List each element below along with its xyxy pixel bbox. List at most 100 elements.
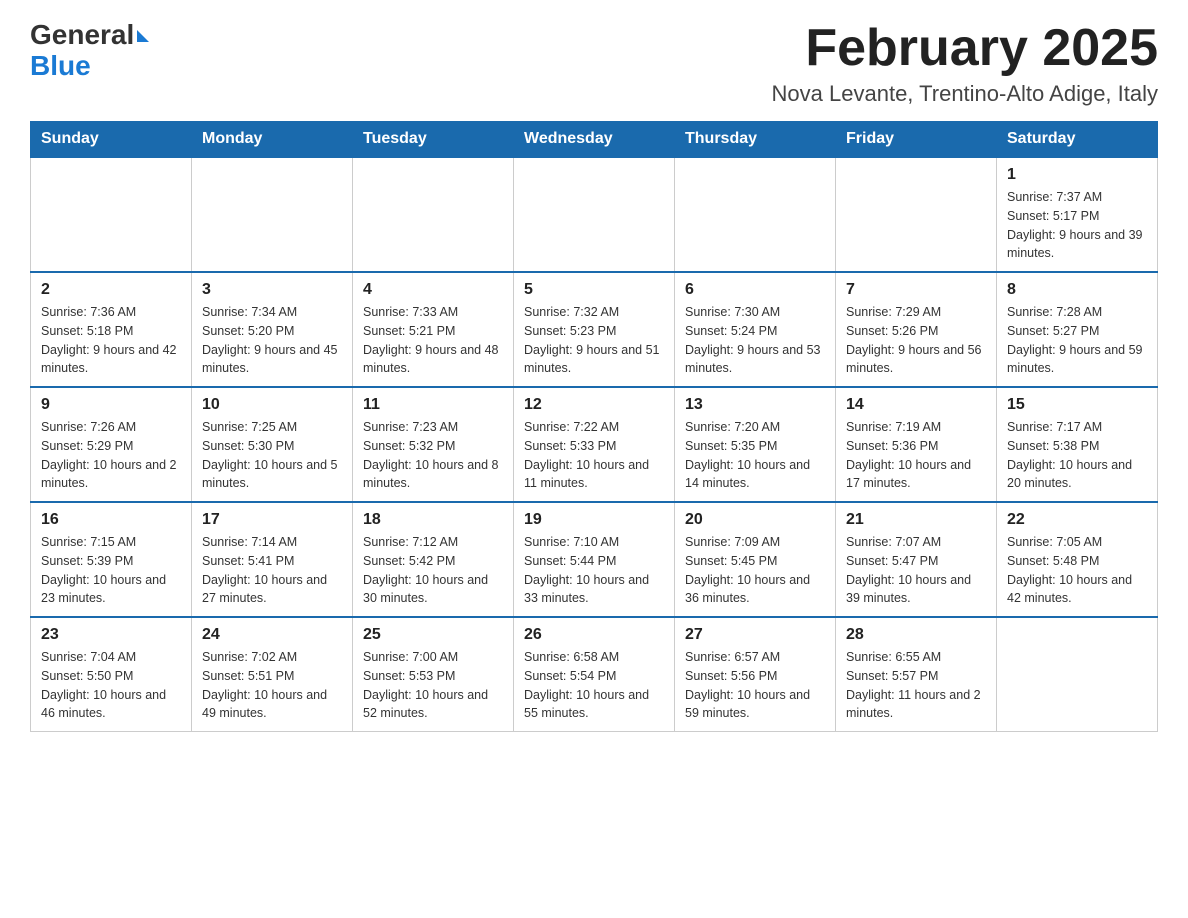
calendar-day-cell: 26 Sunrise: 6:58 AM Sunset: 5:54 PM Dayli… (514, 617, 675, 732)
day-number: 27 (685, 626, 825, 644)
day-number: 1 (1007, 166, 1147, 184)
day-info: Sunrise: 7:19 AM Sunset: 5:36 PM Dayligh… (846, 418, 986, 493)
day-number: 16 (41, 511, 181, 529)
day-info: Sunrise: 7:26 AM Sunset: 5:29 PM Dayligh… (41, 418, 181, 493)
day-info: Sunrise: 7:32 AM Sunset: 5:23 PM Dayligh… (524, 303, 664, 378)
day-number: 11 (363, 396, 503, 414)
calendar-day-cell: 20 Sunrise: 7:09 AM Sunset: 5:45 PM Dayli… (675, 502, 836, 617)
calendar-day-cell: 1Sunrise: 7:37 AM Sunset: 5:17 PM Daylig… (997, 157, 1158, 272)
logo-blue-text: Blue (30, 50, 91, 81)
day-number: 8 (1007, 281, 1147, 299)
page-header: General Blue February 2025 Nova Levante,… (30, 20, 1158, 107)
day-number: 22 (1007, 511, 1147, 529)
day-number: 25 (363, 626, 503, 644)
calendar-day-cell: 13 Sunrise: 7:20 AM Sunset: 5:35 PM Dayli… (675, 387, 836, 502)
calendar-day-cell: 12 Sunrise: 7:22 AM Sunset: 5:33 PM Dayli… (514, 387, 675, 502)
day-info: Sunrise: 7:02 AM Sunset: 5:51 PM Dayligh… (202, 648, 342, 723)
calendar-day-cell: 16 Sunrise: 7:15 AM Sunset: 5:39 PM Dayli… (31, 502, 192, 617)
calendar-day-cell: 17 Sunrise: 7:14 AM Sunset: 5:41 PM Dayli… (192, 502, 353, 617)
calendar-day-cell (675, 157, 836, 272)
calendar-day-cell: 3 Sunrise: 7:34 AM Sunset: 5:20 PM Daylig… (192, 272, 353, 387)
logo-line2: Blue (30, 51, 149, 82)
day-info: Sunrise: 7:07 AM Sunset: 5:47 PM Dayligh… (846, 533, 986, 608)
calendar-day-cell: 15Sunrise: 7:17 AM Sunset: 5:38 PM Dayli… (997, 387, 1158, 502)
day-info: Sunrise: 7:23 AM Sunset: 5:32 PM Dayligh… (363, 418, 503, 493)
day-number: 12 (524, 396, 664, 414)
day-info: Sunrise: 7:36 AM Sunset: 5:18 PM Dayligh… (41, 303, 181, 378)
day-number: 24 (202, 626, 342, 644)
day-info: Sunrise: 7:22 AM Sunset: 5:33 PM Dayligh… (524, 418, 664, 493)
calendar-day-cell: 2 Sunrise: 7:36 AM Sunset: 5:18 PM Daylig… (31, 272, 192, 387)
calendar-day-cell: 23Sunrise: 7:04 AM Sunset: 5:50 PM Dayli… (31, 617, 192, 732)
day-number: 4 (363, 281, 503, 299)
calendar-day-cell: 27 Sunrise: 6:57 AM Sunset: 5:56 PM Dayli… (675, 617, 836, 732)
day-number: 21 (846, 511, 986, 529)
day-number: 5 (524, 281, 664, 299)
calendar-day-cell (836, 157, 997, 272)
calendar-day-cell: 11 Sunrise: 7:23 AM Sunset: 5:32 PM Dayli… (353, 387, 514, 502)
calendar-day-cell: 18 Sunrise: 7:12 AM Sunset: 5:42 PM Dayli… (353, 502, 514, 617)
calendar-day-cell: 24 Sunrise: 7:02 AM Sunset: 5:51 PM Dayli… (192, 617, 353, 732)
title-section: February 2025 Nova Levante, Trentino-Alt… (772, 20, 1158, 107)
day-info: Sunrise: 7:33 AM Sunset: 5:21 PM Dayligh… (363, 303, 503, 378)
calendar-day-cell (31, 157, 192, 272)
day-number: 26 (524, 626, 664, 644)
calendar-day-cell: 25Sunrise: 7:00 AM Sunset: 5:53 PM Dayli… (353, 617, 514, 732)
logo-line1: General (30, 20, 149, 51)
day-number: 20 (685, 511, 825, 529)
day-info: Sunrise: 6:57 AM Sunset: 5:56 PM Dayligh… (685, 648, 825, 723)
calendar-week-row: 9 Sunrise: 7:26 AM Sunset: 5:29 PM Daylig… (31, 387, 1158, 502)
calendar-day-cell: 9 Sunrise: 7:26 AM Sunset: 5:29 PM Daylig… (31, 387, 192, 502)
day-info: Sunrise: 7:05 AM Sunset: 5:48 PM Dayligh… (1007, 533, 1147, 608)
calendar-day-cell: 10 Sunrise: 7:25 AM Sunset: 5:30 PM Dayli… (192, 387, 353, 502)
day-of-week-header: Thursday (675, 122, 836, 158)
calendar-day-cell: 21 Sunrise: 7:07 AM Sunset: 5:47 PM Dayli… (836, 502, 997, 617)
calendar-day-cell: 5 Sunrise: 7:32 AM Sunset: 5:23 PM Daylig… (514, 272, 675, 387)
calendar-day-cell (514, 157, 675, 272)
day-number: 18 (363, 511, 503, 529)
calendar-day-cell (192, 157, 353, 272)
calendar-day-cell: 6 Sunrise: 7:30 AM Sunset: 5:24 PM Daylig… (675, 272, 836, 387)
calendar-day-cell: 19Sunrise: 7:10 AM Sunset: 5:44 PM Dayli… (514, 502, 675, 617)
calendar-day-cell: 7 Sunrise: 7:29 AM Sunset: 5:26 PM Daylig… (836, 272, 997, 387)
calendar-day-cell (997, 617, 1158, 732)
day-info: Sunrise: 7:04 AM Sunset: 5:50 PM Dayligh… (41, 648, 181, 723)
day-number: 19 (524, 511, 664, 529)
calendar-week-row: 23Sunrise: 7:04 AM Sunset: 5:50 PM Dayli… (31, 617, 1158, 732)
day-info: Sunrise: 7:15 AM Sunset: 5:39 PM Dayligh… (41, 533, 181, 608)
day-info: Sunrise: 7:30 AM Sunset: 5:24 PM Dayligh… (685, 303, 825, 378)
logo-general-text: General (30, 19, 134, 50)
day-info: Sunrise: 7:20 AM Sunset: 5:35 PM Dayligh… (685, 418, 825, 493)
logo: General Blue (30, 20, 149, 82)
day-info: Sunrise: 7:25 AM Sunset: 5:30 PM Dayligh… (202, 418, 342, 493)
day-info: Sunrise: 7:12 AM Sunset: 5:42 PM Dayligh… (363, 533, 503, 608)
day-of-week-header: Monday (192, 122, 353, 158)
calendar-week-row: 16 Sunrise: 7:15 AM Sunset: 5:39 PM Dayli… (31, 502, 1158, 617)
day-info: Sunrise: 7:29 AM Sunset: 5:26 PM Dayligh… (846, 303, 986, 378)
day-info: Sunrise: 7:09 AM Sunset: 5:45 PM Dayligh… (685, 533, 825, 608)
calendar-day-cell: 8 Sunrise: 7:28 AM Sunset: 5:27 PM Daylig… (997, 272, 1158, 387)
day-number: 6 (685, 281, 825, 299)
day-info: Sunrise: 7:14 AM Sunset: 5:41 PM Dayligh… (202, 533, 342, 608)
day-number: 13 (685, 396, 825, 414)
calendar-day-cell: 22 Sunrise: 7:05 AM Sunset: 5:48 PM Dayli… (997, 502, 1158, 617)
day-info: Sunrise: 6:58 AM Sunset: 5:54 PM Dayligh… (524, 648, 664, 723)
day-of-week-header: Wednesday (514, 122, 675, 158)
calendar-week-row: 2 Sunrise: 7:36 AM Sunset: 5:18 PM Daylig… (31, 272, 1158, 387)
month-title: February 2025 (772, 20, 1158, 77)
day-info: Sunrise: 7:34 AM Sunset: 5:20 PM Dayligh… (202, 303, 342, 378)
day-number: 3 (202, 281, 342, 299)
day-number: 2 (41, 281, 181, 299)
day-info: Sunrise: 7:17 AM Sunset: 5:38 PM Dayligh… (1007, 418, 1147, 493)
day-number: 10 (202, 396, 342, 414)
calendar-day-cell: 14 Sunrise: 7:19 AM Sunset: 5:36 PM Dayli… (836, 387, 997, 502)
day-number: 17 (202, 511, 342, 529)
calendar-week-row: 1Sunrise: 7:37 AM Sunset: 5:17 PM Daylig… (31, 157, 1158, 272)
day-number: 9 (41, 396, 181, 414)
day-number: 14 (846, 396, 986, 414)
location-title: Nova Levante, Trentino-Alto Adige, Italy (772, 81, 1158, 107)
day-info: Sunrise: 7:28 AM Sunset: 5:27 PM Dayligh… (1007, 303, 1147, 378)
logo-triangle-icon (137, 30, 149, 42)
day-number: 7 (846, 281, 986, 299)
calendar-table: SundayMondayTuesdayWednesdayThursdayFrid… (30, 121, 1158, 732)
